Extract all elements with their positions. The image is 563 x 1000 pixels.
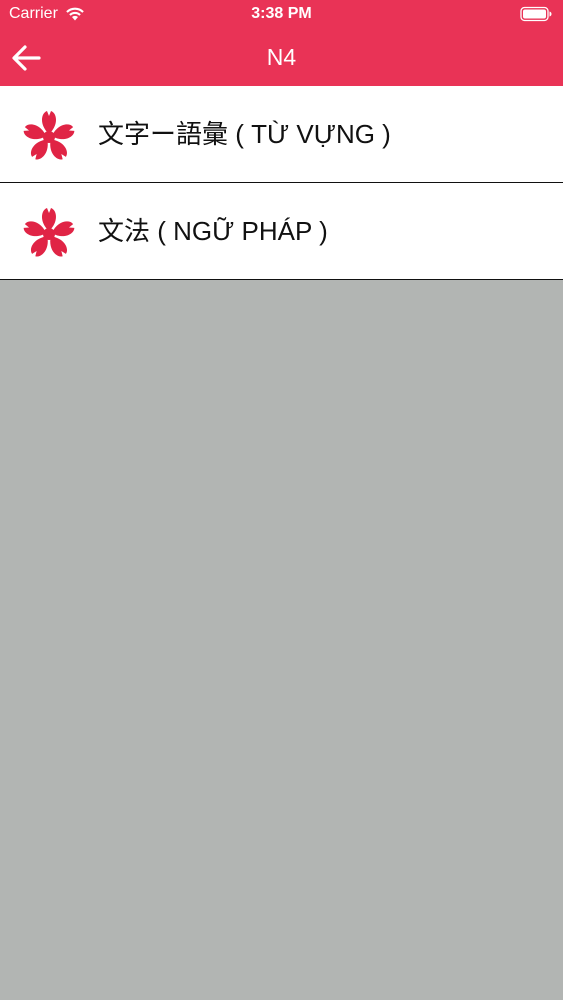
navigation-bar: N4 <box>0 30 563 86</box>
list-item-vocabulary[interactable]: 文字ー語彙 ( TỪ VỰNG ) <box>0 86 563 183</box>
category-list: 文字ー語彙 ( TỪ VỰNG ) 文法 ( NGỮ PHÁP ) <box>0 86 563 280</box>
sakura-flower-icon <box>23 111 75 160</box>
sakura-flower-icon <box>23 208 75 257</box>
list-item-label: 文法 ( NGỮ PHÁP ) <box>98 216 328 246</box>
app-header: Carrier 3:38 PM N4 <box>0 0 563 86</box>
list-item-grammar[interactable]: 文法 ( NGỮ PHÁP ) <box>0 183 563 280</box>
page-title: N4 <box>266 44 297 70</box>
clock: 3:38 PM <box>251 5 312 22</box>
battery-icon <box>520 6 552 22</box>
status-bar: Carrier 3:38 PM <box>0 0 563 30</box>
list-item-label: 文字ー語彙 ( TỪ VỰNG ) <box>98 119 391 149</box>
